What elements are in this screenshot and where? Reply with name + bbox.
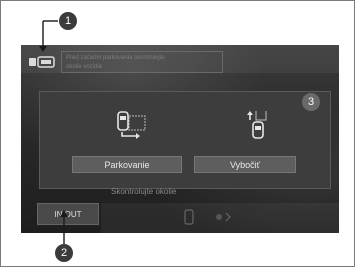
callout-2: 2 (55, 244, 73, 262)
callout-leaders (39, 20, 68, 244)
callout-1: 1 (59, 12, 77, 30)
figure-frame: Pred začatím parkovania skontrolujte oko… (0, 0, 355, 267)
